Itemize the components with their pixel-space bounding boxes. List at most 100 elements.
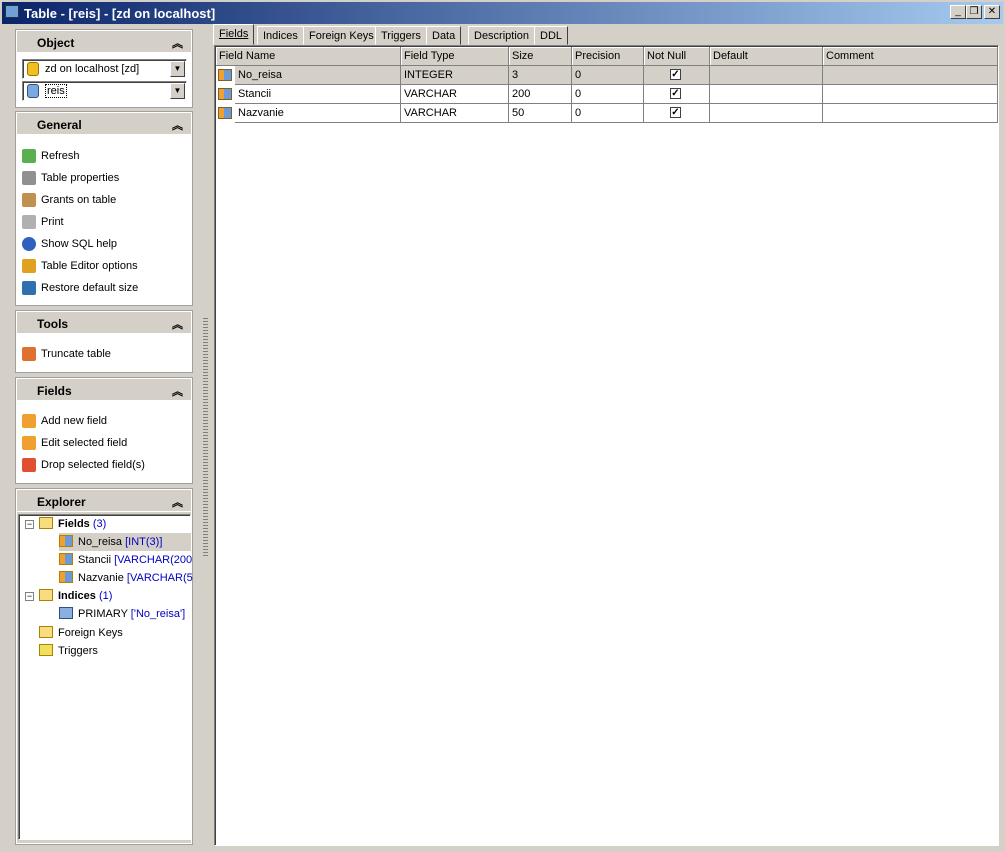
add-field-item[interactable]: Add new field: [17, 410, 191, 432]
cell-name[interactable]: Stancii: [235, 85, 401, 104]
tree-node-triggers[interactable]: Triggers: [39, 642, 98, 660]
restore-size-item[interactable]: Restore default size: [17, 277, 191, 299]
restore-button[interactable]: ❐: [966, 5, 982, 19]
tree-node-fields[interactable]: Fields (3): [39, 515, 106, 533]
tab-label: Description: [474, 30, 530, 42]
tools-panel-header[interactable]: Tools ︽: [17, 312, 191, 334]
general-panel-header[interactable]: General ︽: [17, 113, 191, 135]
collapse-icon[interactable]: ︽: [172, 117, 183, 133]
drop-field-item[interactable]: Drop selected field(s): [17, 454, 191, 476]
column-header[interactable]: Precision: [572, 47, 644, 66]
column-header[interactable]: Size: [509, 47, 572, 66]
tab-description[interactable]: Description: [468, 26, 536, 45]
tab-foreign-keys[interactable]: Foreign Keys: [303, 26, 380, 45]
item-label: Edit selected field: [41, 437, 128, 449]
cell-name[interactable]: Nazvanie: [235, 104, 401, 123]
cell-type[interactable]: INTEGER: [401, 66, 509, 85]
collapse-icon[interactable]: ︽: [172, 494, 183, 510]
tab-ddl[interactable]: DDL: [534, 26, 569, 45]
chevron-down-icon[interactable]: ▼: [170, 61, 185, 77]
print-item[interactable]: Print: [17, 211, 191, 233]
splitter-handle[interactable]: [203, 316, 208, 556]
printer-icon: [22, 215, 36, 229]
tree-node-foreign-keys[interactable]: Foreign Keys: [39, 624, 123, 642]
cell-precision[interactable]: 0: [572, 85, 644, 104]
cell-size[interactable]: 50: [509, 104, 572, 123]
tree-node-field[interactable]: No_reisa [INT(3)]: [59, 533, 191, 551]
truncate-table-item[interactable]: Truncate table: [17, 343, 191, 365]
tab-label: Fields: [219, 28, 249, 40]
fields-panel-header[interactable]: Fields ︽: [17, 379, 191, 401]
minimize-button[interactable]: _: [950, 5, 966, 19]
table-icon: [5, 5, 19, 18]
table-properties-item[interactable]: Table properties: [17, 167, 191, 189]
tree-node-indices[interactable]: Indices (1): [39, 587, 112, 605]
cell-size[interactable]: 200: [509, 85, 572, 104]
tab-fields[interactable]: Fields: [213, 24, 255, 45]
refresh-icon: [22, 149, 36, 163]
close-button[interactable]: ✕: [984, 5, 1000, 19]
collapse-toggle[interactable]: −: [25, 592, 34, 601]
object-panel-header[interactable]: Object ︽: [17, 31, 191, 53]
database-select[interactable]: zd on localhost [zd] ▼: [22, 59, 187, 79]
item-label: Table Editor options: [41, 260, 138, 272]
database-icon: [27, 62, 39, 76]
column-header[interactable]: Not Null: [644, 47, 710, 66]
cell-not_null[interactable]: ✓: [644, 104, 710, 123]
column-header[interactable]: Default: [710, 47, 823, 66]
cell-comment[interactable]: [823, 104, 998, 123]
explorer-panel-header[interactable]: Explorer ︽: [17, 490, 191, 512]
collapse-icon[interactable]: ︽: [172, 383, 183, 399]
tab-indices[interactable]: Indices: [257, 26, 304, 45]
column-header[interactable]: Comment: [823, 47, 998, 66]
trigger-icon: [39, 644, 53, 656]
not-null-checkbox[interactable]: ✓: [670, 107, 681, 118]
editor-options-item[interactable]: Table Editor options: [17, 255, 191, 277]
table-icon: [27, 84, 39, 98]
column-header[interactable]: Field Type: [401, 47, 509, 66]
edit-field-item[interactable]: Edit selected field: [17, 432, 191, 454]
drop-field-icon: [22, 458, 36, 472]
cell-size[interactable]: 3: [509, 66, 572, 85]
collapse-icon[interactable]: ︽: [172, 35, 183, 51]
table-select[interactable]: reis ▼: [22, 81, 187, 101]
cell-comment[interactable]: [823, 85, 998, 104]
node-cols: ['No_reisa']: [130, 608, 186, 620]
column-header[interactable]: Field Name: [216, 47, 401, 66]
folder-icon: [39, 589, 53, 601]
refresh-item[interactable]: Refresh: [17, 145, 191, 167]
cell-precision[interactable]: 0: [572, 66, 644, 85]
grants-item[interactable]: Grants on table: [17, 189, 191, 211]
database-value: zd on localhost [zd]: [45, 63, 140, 75]
cell-name[interactable]: No_reisa: [235, 66, 401, 85]
cell-precision[interactable]: 0: [572, 104, 644, 123]
field-icon: [59, 571, 73, 583]
options-icon: [22, 259, 36, 273]
tree-node-field[interactable]: Stancii [VARCHAR(200: [59, 551, 192, 569]
tab-data[interactable]: Data: [426, 26, 462, 45]
cell-type[interactable]: VARCHAR: [401, 104, 509, 123]
tab-triggers[interactable]: Triggers: [375, 26, 427, 45]
cell-default[interactable]: [710, 85, 823, 104]
properties-icon: [22, 171, 36, 185]
tree-node-index[interactable]: PRIMARY ['No_reisa']: [59, 605, 185, 623]
cell-not_null[interactable]: ✓: [644, 85, 710, 104]
cell-default[interactable]: [710, 104, 823, 123]
not-null-checkbox[interactable]: ✓: [670, 69, 681, 80]
sql-help-item[interactable]: Show SQL help: [17, 233, 191, 255]
node-label: PRIMARY: [78, 608, 128, 620]
cell-comment[interactable]: [823, 66, 998, 85]
cell-not_null[interactable]: ✓: [644, 66, 710, 85]
collapse-icon[interactable]: ︽: [172, 316, 183, 332]
tree-node-field[interactable]: Nazvanie [VARCHAR(5: [59, 569, 193, 587]
cell-type[interactable]: VARCHAR: [401, 85, 509, 104]
tab-label: Indices: [263, 30, 298, 42]
collapse-toggle[interactable]: −: [25, 520, 34, 529]
not-null-checkbox[interactable]: ✓: [670, 88, 681, 99]
chevron-down-icon[interactable]: ▼: [170, 83, 185, 99]
node-count: (1): [98, 590, 113, 602]
node-type: [INT(3)]: [125, 536, 163, 548]
cell-default[interactable]: [710, 66, 823, 85]
item-label: Show SQL help: [41, 238, 118, 250]
tab-label: Data: [432, 30, 456, 42]
